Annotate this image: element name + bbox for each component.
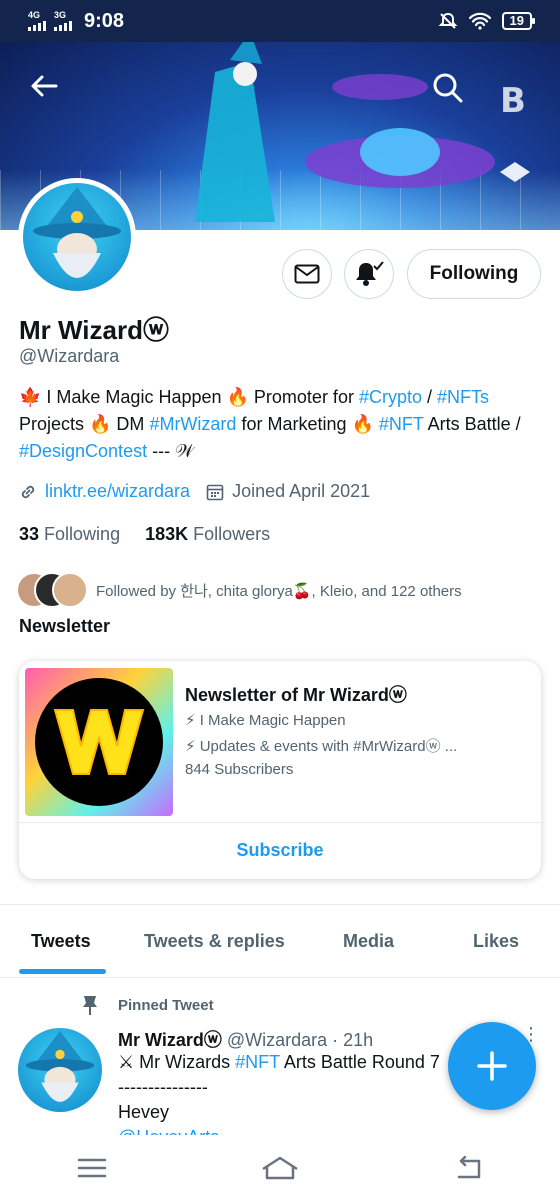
newsletter-line-2: ⚡ Updates & events with #MrWizardⓦ ... — [185, 738, 458, 755]
signal-3g-icon: 3G — [54, 11, 72, 31]
tab-tweets-replies[interactable]: Tweets & replies — [144, 905, 285, 978]
notifications-button[interactable] — [344, 249, 394, 299]
wizard-avatar-image — [33, 187, 121, 278]
profile-tabs: Tweets Tweets & replies Media Likes — [0, 905, 560, 978]
newsletter-line-1: ⚡ I Make Magic Happen — [185, 712, 346, 729]
website-link[interactable]: linktr.ee/wizardara — [45, 481, 190, 502]
hashtag-link[interactable]: #NFTs — [437, 387, 489, 407]
system-nav-bar — [0, 1136, 560, 1200]
hashtag-link[interactable]: #NFT — [235, 1052, 280, 1072]
hashtag-link[interactable]: #DesignContest — [19, 441, 147, 461]
home-icon[interactable] — [260, 1155, 300, 1181]
wifi-icon — [468, 12, 491, 30]
newsletter-thumbnail — [25, 668, 173, 816]
back-nav-icon[interactable] — [453, 1156, 483, 1180]
following-button[interactable]: Following — [407, 249, 541, 299]
status-bar: 4G 3G 9:08 19 — [0, 0, 560, 42]
compose-tweet-button[interactable] — [448, 1022, 536, 1110]
mute-icon — [438, 12, 457, 29]
battery-indicator: 19 — [501, 12, 536, 30]
menu-icon[interactable] — [77, 1157, 107, 1179]
profile-bio: 🍁 I Make Magic Happen 🔥 Promoter for #Cr… — [19, 384, 539, 465]
profile-handle: @Wizardara — [19, 346, 120, 366]
bio-text: Arts Battle / — [423, 414, 521, 434]
follow-counts: 33 Following 183K Followers — [19, 524, 270, 545]
joined-date: Joined April 2021 — [232, 481, 371, 501]
follower-avatars — [16, 572, 88, 608]
followers-count-link[interactable]: 183K Followers — [145, 524, 270, 544]
newsletter-subscribers: 844 Subscribers — [185, 761, 294, 778]
mail-icon — [294, 264, 320, 284]
tab-likes[interactable]: Likes — [473, 905, 519, 978]
avatar — [52, 572, 88, 608]
profile-meta: linktr.ee/wizardara Joined April 2021 — [19, 481, 370, 502]
tweet-avatar[interactable] — [18, 1028, 102, 1112]
w-logo-icon — [53, 709, 145, 775]
tweet-handle-time: @Wizardara · 21h — [226, 1030, 374, 1050]
bio-text: for Marketing 🔥 — [236, 414, 379, 434]
bio-text: Projects 🔥 DM — [19, 414, 150, 434]
back-arrow-icon — [31, 75, 58, 97]
bio-text: --- 𝒲 — [147, 441, 194, 461]
followed-by[interactable]: Followed by 한나, chita glorya🍒, Kleio, an… — [16, 572, 462, 608]
newsletter-heading: Newsletter — [19, 616, 111, 636]
bio-text: / — [421, 387, 437, 407]
tab-media[interactable]: Media — [343, 905, 394, 978]
profile-name: Mr Wizardⓦ — [19, 315, 169, 345]
pin-icon — [83, 996, 97, 1015]
calendar-icon — [206, 483, 224, 501]
bio-text: 🍁 I Make Magic Happen 🔥 Promoter for — [19, 387, 359, 407]
hashtag-link[interactable]: #NFT — [379, 414, 424, 434]
svg-text:B: B — [500, 81, 526, 121]
following-count-link[interactable]: 33 Following — [19, 524, 120, 544]
pinned-label: Pinned Tweet — [80, 994, 214, 1016]
status-time: 9:08 — [84, 9, 125, 32]
newsletter-title: Newsletter of Mr Wizardⓦ — [185, 685, 407, 705]
signal-4g-icon: 4G — [28, 11, 46, 31]
plus-icon — [477, 1051, 507, 1081]
hashtag-link[interactable]: #MrWizard — [149, 414, 236, 434]
bell-subscribed-icon — [356, 261, 384, 286]
back-button[interactable] — [22, 64, 66, 108]
followed-by-text: Followed by 한나, chita glorya🍒, Kleio, an… — [96, 582, 462, 600]
tab-tweets[interactable]: Tweets — [31, 905, 91, 978]
active-tab-indicator — [19, 969, 106, 974]
wizard-avatar-image — [25, 1031, 95, 1102]
search-button[interactable] — [426, 66, 470, 110]
subscribe-button[interactable]: Subscribe — [19, 822, 541, 879]
profile-avatar[interactable] — [18, 178, 136, 296]
link-icon — [19, 483, 37, 501]
mention-link[interactable]: @HeveyArts — [118, 1125, 518, 1135]
tweet-header: Mr Wizardⓦ @Wizardara · 21h — [118, 1026, 373, 1052]
tweet-author-name[interactable]: Mr Wizardⓦ — [118, 1030, 222, 1050]
hashtag-link[interactable]: #Crypto — [359, 387, 422, 407]
message-button[interactable] — [282, 249, 332, 299]
search-icon — [433, 73, 463, 103]
newsletter-card[interactable]: Newsletter of Mr Wizardⓦ ⚡ I Make Magic … — [19, 661, 541, 879]
